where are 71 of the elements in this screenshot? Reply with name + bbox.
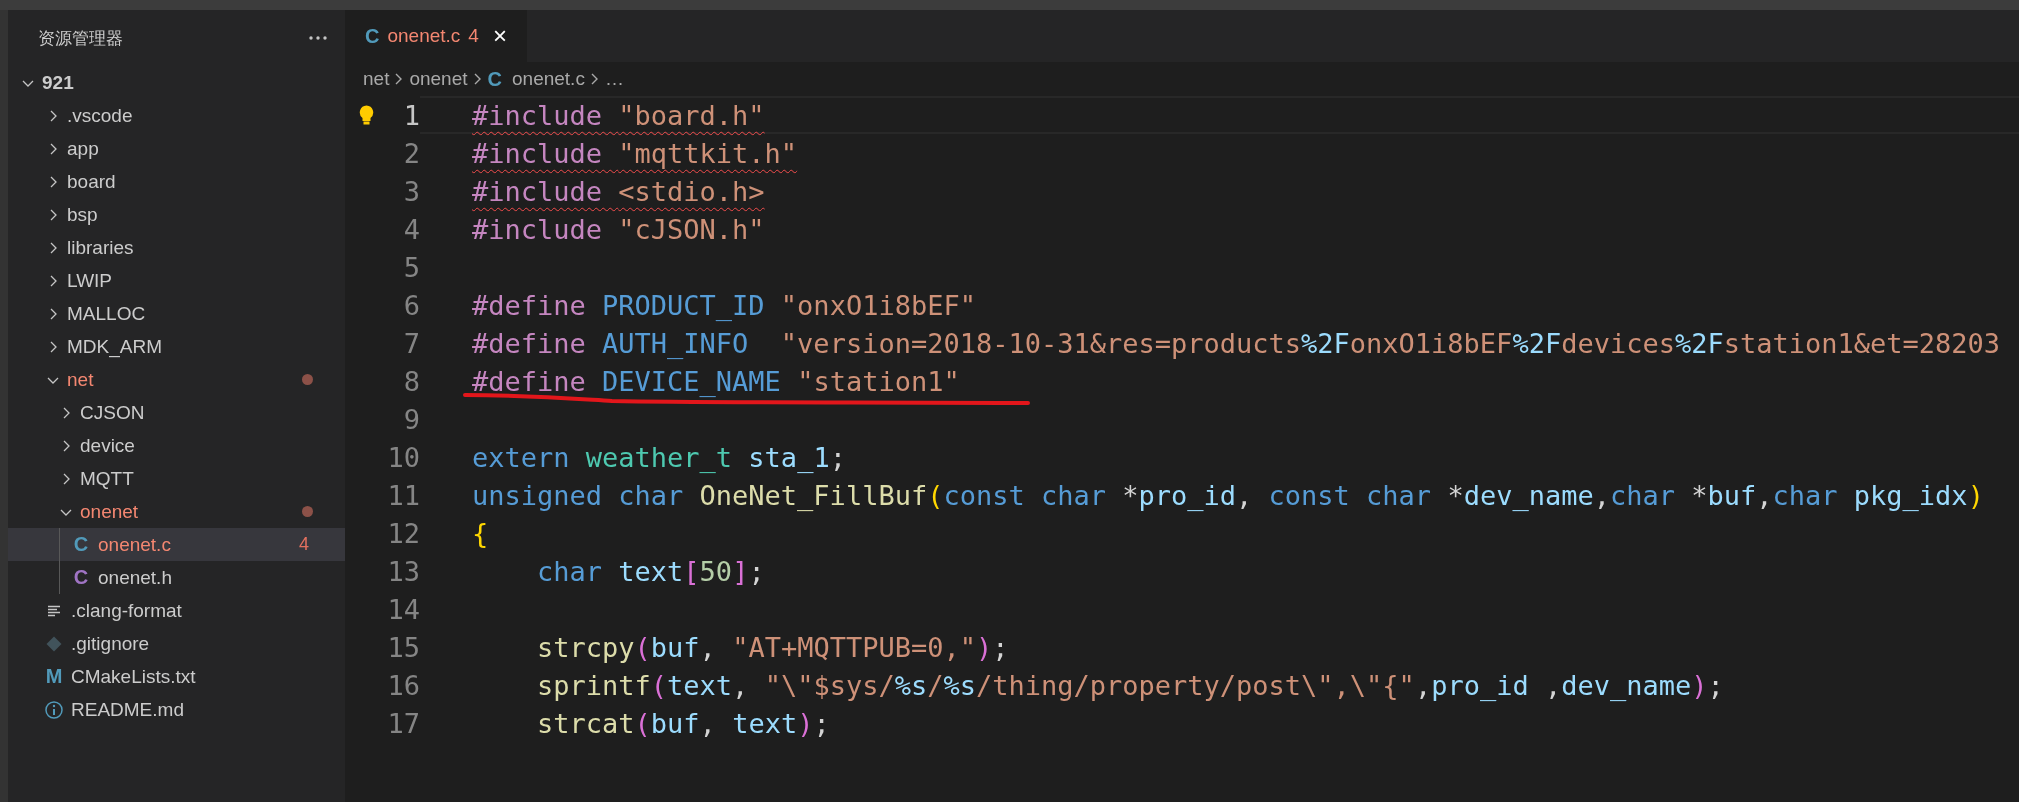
problem-count: 4 — [468, 25, 479, 47]
folder-item[interactable]: MDK_ARM — [8, 330, 345, 363]
file-item[interactable]: README.md — [8, 693, 345, 726]
file-item[interactable]: .clang-format — [8, 594, 345, 627]
close-button[interactable]: × — [492, 22, 507, 50]
folder-item[interactable]: MALLOC — [8, 297, 345, 330]
line-number: 1 — [402, 99, 420, 131]
lightbulb-icon[interactable] — [359, 105, 374, 125]
code-line: #define DEVICE_NAME "station1" — [472, 365, 960, 397]
line-number: 9 — [402, 403, 420, 435]
line-number: 17 — [386, 707, 420, 739]
breadcrumb-item[interactable]: onenet — [409, 68, 468, 90]
code-line: #define AUTH_INFO "version=2018-10-31&res=products%2FonxO1i8bEF%2Fdevices%2Fstation1&et=28203 — [472, 327, 2001, 359]
folder-item[interactable]: libraries — [8, 231, 345, 264]
code-line: #include "cJSON.h" — [472, 213, 765, 245]
file-item[interactable]: C onenet.c 4 — [8, 528, 345, 561]
line-number: 5 — [402, 251, 420, 283]
line-number: 4 — [402, 213, 420, 245]
line-number: 6 — [402, 289, 420, 321]
line-number: 12 — [386, 517, 420, 549]
code-line: sprintf(text, "\"$sys/%s/%s/thing/property/post\",\"{",pro_id ,dev_name); — [536, 669, 1724, 701]
problem-count: 4 — [299, 534, 309, 555]
code-line: strcat(buf, text); — [536, 707, 830, 739]
line-number: 8 — [402, 365, 420, 397]
file-type-icon: C — [487, 67, 502, 91]
editor-tab[interactable]: C onenet.c 4 × — [345, 10, 527, 62]
line-number: 15 — [386, 631, 420, 663]
file-type-icon: M — [45, 665, 63, 688]
folder-item[interactable]: bsp — [8, 198, 345, 231]
folder-item[interactable]: CJSON — [8, 396, 345, 429]
code-line: #define PRODUCT_ID "onxO1i8bEF" — [472, 289, 976, 321]
breadcrumb-item[interactable]: … — [604, 68, 624, 90]
breadcrumb-item[interactable]: net — [363, 68, 390, 90]
file-item[interactable]: M CMakeLists.txt — [8, 660, 345, 693]
line-number: 3 — [402, 175, 420, 207]
line-number: 2 — [402, 137, 420, 169]
line-number: 16 — [386, 669, 420, 701]
folder-item[interactable]: app — [8, 132, 345, 165]
folder-item[interactable]: onenet — [8, 495, 345, 528]
code-line: strcpy(buf, "AT+MQTTPUB=0,"); — [536, 631, 1009, 663]
code-line: { — [472, 517, 489, 549]
folder-item[interactable]: device — [8, 429, 345, 462]
breadcrumb-item[interactable]: onenet.c — [512, 68, 585, 90]
code-line: #include <stdio.h> — [472, 175, 765, 207]
line-number: 14 — [386, 593, 420, 625]
folder-item[interactable]: 921 — [8, 66, 345, 99]
folder-item[interactable]: board — [8, 165, 345, 198]
code-line: #include "board.h" — [472, 99, 765, 131]
diamond-icon — [46, 635, 62, 652]
code-line: #include "mqttkit.h" — [472, 137, 798, 169]
file-item[interactable]: .gitignore — [8, 627, 345, 660]
file-type-icon: C — [365, 24, 380, 48]
folder-item[interactable]: LWIP — [8, 264, 345, 297]
code-line: extern weather_t sta_1; — [472, 441, 846, 473]
line-number: 13 — [386, 555, 420, 587]
line-number: 11 — [386, 479, 420, 511]
explorer-title: 资源管理器 — [38, 27, 123, 50]
file-item[interactable]: C onenet.h — [8, 561, 345, 594]
lines-icon — [47, 604, 61, 617]
file-type-icon: C — [72, 566, 90, 589]
folder-item[interactable]: .vscode — [8, 99, 345, 132]
line-number: 7 — [402, 327, 420, 359]
line-number: 10 — [386, 441, 420, 473]
info-icon — [45, 700, 63, 719]
code-line: char text[50]; — [536, 555, 765, 587]
folder-item[interactable]: net — [8, 363, 345, 396]
code-line: unsigned char OneNet_FillBuf(const char *pro_id, const char *dev_name,char *buf,char pkg_idx) — [472, 479, 1984, 511]
tab-label: onenet.c — [387, 25, 461, 47]
more-icon[interactable] — [309, 36, 327, 40]
file-type-icon: C — [72, 533, 90, 556]
folder-item[interactable]: MQTT — [8, 462, 345, 495]
